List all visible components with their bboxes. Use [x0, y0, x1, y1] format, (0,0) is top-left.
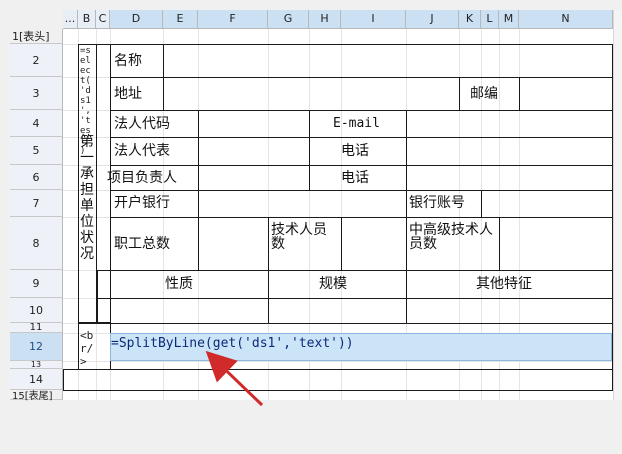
report-designer: ... B C D E F G H I J K L M N 1[表头] 2 3 … — [0, 0, 622, 454]
annotation-arrow — [205, 350, 264, 407]
